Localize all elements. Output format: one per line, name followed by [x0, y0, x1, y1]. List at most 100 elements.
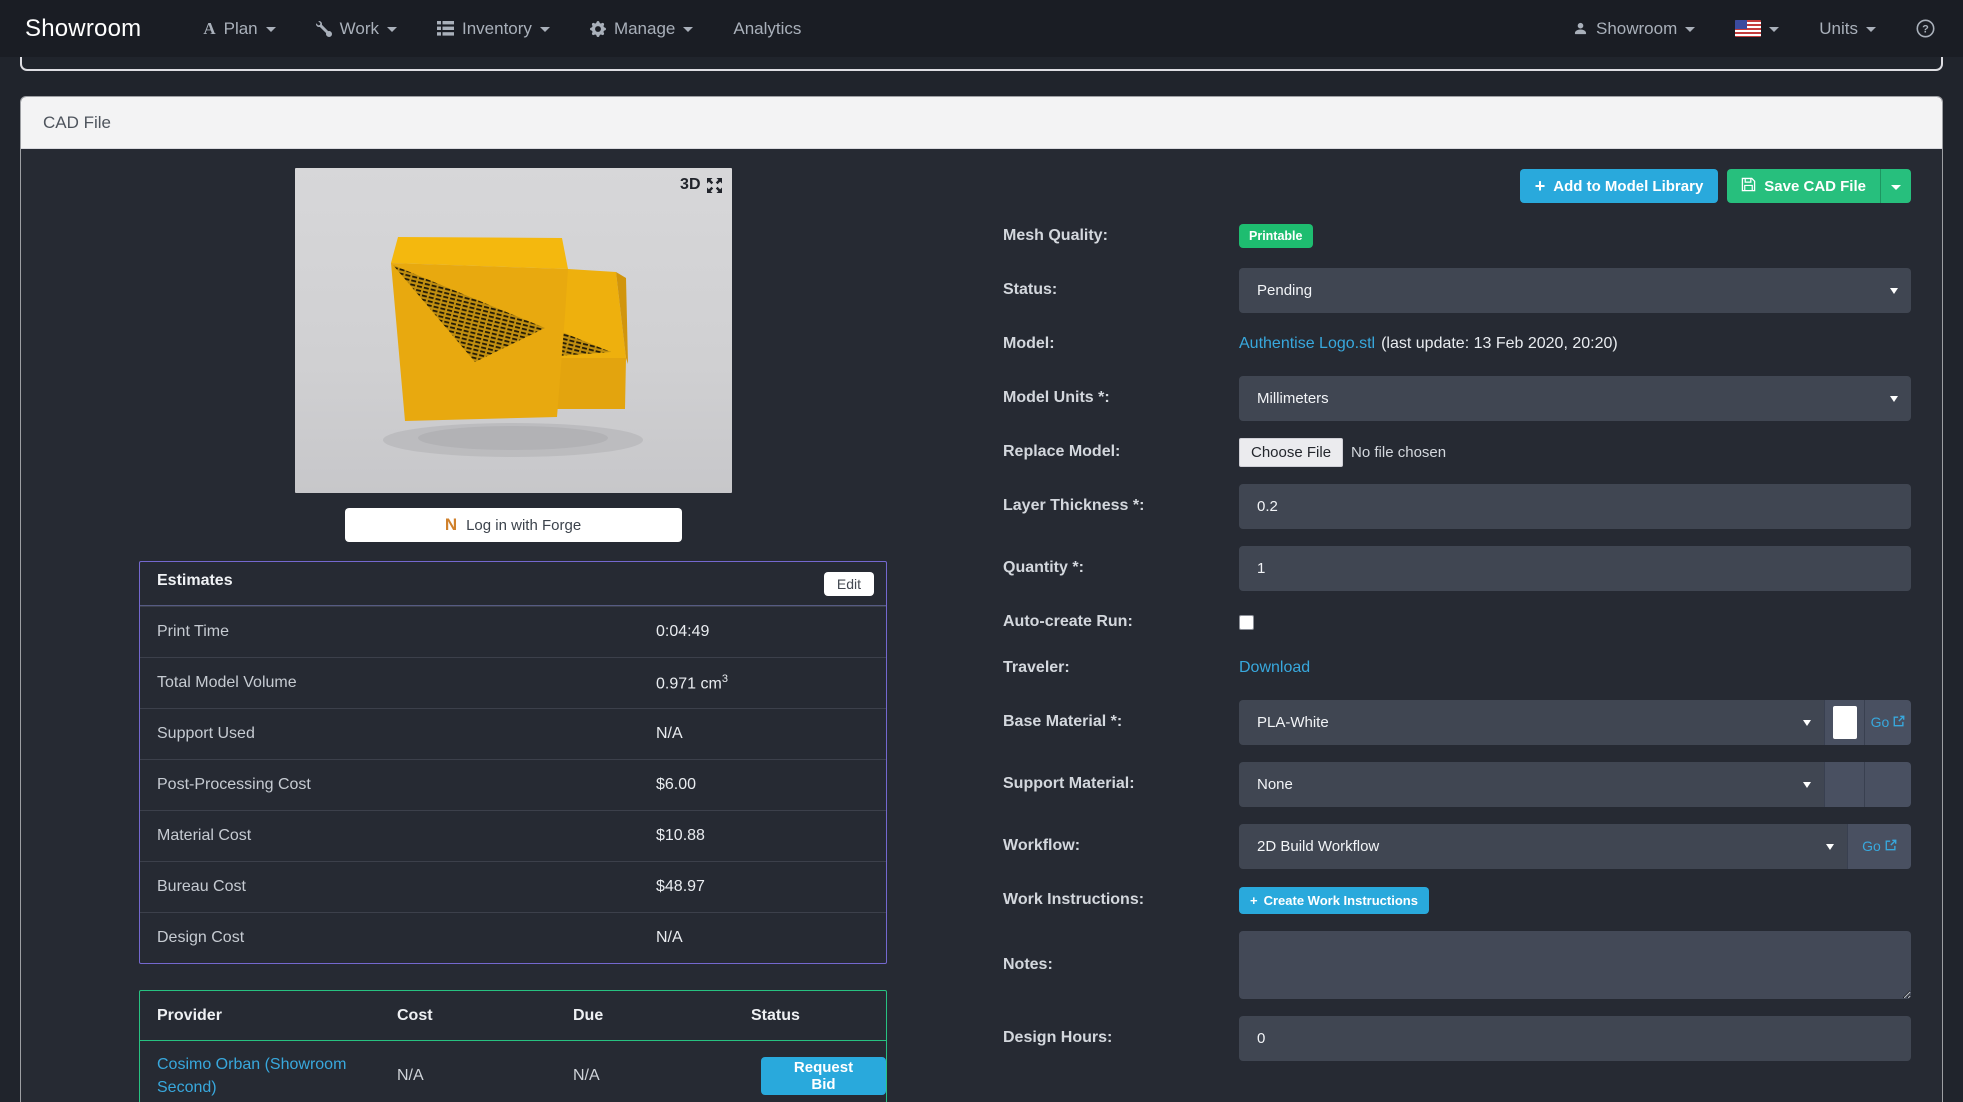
- units-menu[interactable]: Units: [1819, 19, 1876, 39]
- printable-badge: Printable: [1239, 224, 1313, 248]
- base-material-go-link[interactable]: Go: [1871, 714, 1906, 730]
- base-material-go-cell: Go: [1864, 700, 1911, 745]
- list-icon: [437, 21, 454, 36]
- traveler-row: Traveler: Download: [1003, 645, 1911, 691]
- model-units-row: Model Units *: Millimeters: [1003, 367, 1911, 429]
- preview-3d-badge[interactable]: 3D: [680, 176, 721, 194]
- us-flag-icon: [1735, 20, 1761, 37]
- chevron-down-icon: [1826, 844, 1834, 850]
- auto-create-run-checkbox[interactable]: [1239, 615, 1254, 630]
- language-menu[interactable]: [1735, 20, 1779, 37]
- table-row: Cosimo Orban (Showroom Second) N/A N/A R…: [140, 1041, 886, 1102]
- chevron-down-icon: [1685, 27, 1695, 32]
- traveler-download-link[interactable]: Download: [1239, 659, 1310, 677]
- support-material-row: Support Material: None: [1003, 753, 1911, 815]
- choose-file-button[interactable]: Choose File: [1239, 438, 1343, 467]
- plus-icon: +: [1535, 177, 1546, 195]
- mesh-quality-row: Mesh Quality: Printable: [1003, 213, 1911, 259]
- table-row: Post-Processing Cost$6.00: [140, 759, 886, 810]
- font-icon: A: [203, 19, 215, 39]
- work-instructions-row: Work Instructions: + Create Work Instruc…: [1003, 877, 1911, 923]
- providers-table: Provider Cost Due Status Cosimo Orban (S…: [139, 990, 887, 1102]
- page-content: CAD File: [0, 57, 1963, 1102]
- replace-model-row: Replace Model: Choose File No file chose…: [1003, 429, 1911, 475]
- chevron-down-icon: [1803, 782, 1811, 788]
- quantity-row: Quantity *:: [1003, 537, 1911, 599]
- estimates-title: Estimates: [157, 572, 233, 589]
- user-menu[interactable]: Showroom: [1573, 19, 1695, 39]
- material-color-cell: [1824, 700, 1864, 745]
- workflow-select[interactable]: 2D Build Workflow: [1239, 824, 1847, 869]
- layer-thickness-row: Layer Thickness *:: [1003, 475, 1911, 537]
- workflow-go-link[interactable]: Go: [1862, 838, 1897, 854]
- chevron-down-icon: [683, 27, 693, 32]
- chevron-down-icon: [1890, 396, 1898, 402]
- chevron-down-icon: [387, 27, 397, 32]
- add-to-model-library-button[interactable]: + Add to Model Library: [1520, 169, 1719, 203]
- chevron-down-icon: [1866, 27, 1876, 32]
- nav-inventory[interactable]: Inventory: [437, 19, 550, 39]
- nav-plan[interactable]: A Plan: [203, 19, 275, 39]
- table-row: Design CostN/A: [140, 912, 886, 963]
- forge-logo-icon: N: [445, 515, 457, 535]
- design-hours-row: Design Hours:: [1003, 1007, 1911, 1069]
- notes-textarea[interactable]: [1239, 931, 1911, 999]
- model-units-select[interactable]: Millimeters: [1239, 376, 1911, 421]
- workflow-go-cell: Go: [1847, 824, 1911, 869]
- table-row: Support UsedN/A: [140, 708, 886, 759]
- chevron-down-icon: [540, 27, 550, 32]
- auto-create-run-row: Auto-create Run:: [1003, 599, 1911, 645]
- save-options-dropdown[interactable]: [1880, 169, 1911, 203]
- help-button[interactable]: ?: [1916, 19, 1935, 38]
- chevron-down-icon: [1803, 720, 1811, 726]
- base-material-row: Base Material *: PLA-White: [1003, 691, 1911, 753]
- workflow-row: Workflow: 2D Build Workflow Go: [1003, 815, 1911, 877]
- svg-text:?: ?: [1922, 24, 1929, 36]
- nav-analytics[interactable]: Analytics: [733, 19, 801, 39]
- design-hours-input[interactable]: [1239, 1016, 1911, 1061]
- layer-thickness-input[interactable]: [1239, 484, 1911, 529]
- external-link-icon: [1893, 714, 1905, 730]
- question-circle-icon: ?: [1916, 19, 1935, 38]
- expand-arrows-icon[interactable]: [707, 178, 722, 193]
- table-row: Bureau Cost$48.97: [140, 861, 886, 912]
- notes-row: Notes:: [1003, 923, 1911, 1007]
- chevron-down-icon: [266, 27, 276, 32]
- brand-logo[interactable]: Showroom: [25, 15, 141, 43]
- save-cad-file-split-button: Save CAD File: [1727, 169, 1911, 203]
- model-row: Model: Authentise Logo.stl (last update:…: [1003, 321, 1911, 367]
- model-file-link[interactable]: Authentise Logo.stl: [1239, 335, 1375, 353]
- quantity-input[interactable]: [1239, 546, 1911, 591]
- plus-icon: +: [1250, 893, 1258, 908]
- external-link-icon: [1885, 838, 1897, 854]
- nav-work[interactable]: Work: [316, 19, 397, 39]
- file-chosen-note: No file chosen: [1351, 444, 1446, 461]
- providers-header: Provider Cost Due Status: [140, 991, 886, 1041]
- support-color-cell: [1824, 762, 1864, 807]
- model-3d-preview[interactable]: 3D: [295, 168, 732, 493]
- base-material-select[interactable]: PLA-White: [1239, 700, 1824, 745]
- table-row: Material Cost$10.88: [140, 810, 886, 861]
- previous-panel-fragment: [20, 57, 1943, 71]
- panel-title: CAD File: [21, 97, 1942, 149]
- wrench-icon: [316, 21, 332, 37]
- status-select[interactable]: Pending: [1239, 268, 1911, 313]
- table-row: Total Model Volume0.971 cm3: [140, 657, 886, 708]
- request-bid-button[interactable]: Request Bid: [761, 1057, 886, 1095]
- gear-icon: [590, 21, 606, 37]
- provider-link[interactable]: Cosimo Orban (Showroom Second): [157, 1053, 367, 1099]
- nav-manage[interactable]: Manage: [590, 19, 693, 39]
- login-forge-button[interactable]: N Log in with Forge: [345, 508, 682, 542]
- chevron-down-icon: [1890, 288, 1898, 294]
- support-go-cell: [1864, 762, 1911, 807]
- save-cad-file-button[interactable]: Save CAD File: [1727, 169, 1880, 203]
- create-work-instructions-button[interactable]: + Create Work Instructions: [1239, 887, 1429, 914]
- user-icon: [1573, 21, 1588, 36]
- edit-estimates-button[interactable]: Edit: [824, 572, 874, 596]
- chevron-down-icon: [1769, 27, 1779, 32]
- support-material-select[interactable]: None: [1239, 762, 1824, 807]
- status-row: Status: Pending: [1003, 259, 1911, 321]
- chevron-down-icon: [1891, 185, 1901, 190]
- estimates-table: Estimates Edit Print Time0:04:49 Total M…: [139, 561, 887, 964]
- cad-file-panel: CAD File: [20, 96, 1943, 1102]
